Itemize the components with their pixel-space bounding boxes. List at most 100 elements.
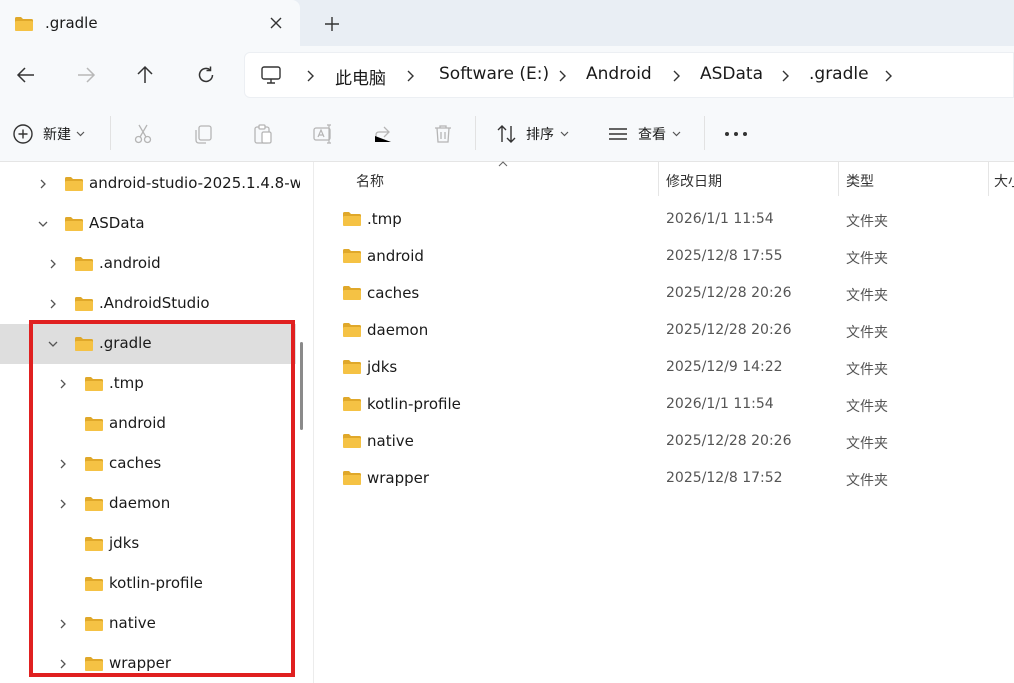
more-options-icon[interactable] bbox=[724, 123, 748, 145]
column-header-date[interactable]: 修改日期 bbox=[660, 162, 838, 198]
chevron-right-icon bbox=[305, 70, 315, 82]
chevron-right-icon[interactable] bbox=[47, 258, 59, 270]
tab-strip: .gradle bbox=[0, 0, 1014, 46]
separator bbox=[704, 116, 705, 150]
cut-icon[interactable] bbox=[132, 123, 154, 145]
file-date: 2026/1/1 11:54 bbox=[666, 211, 774, 227]
annotation-highlight-box bbox=[29, 320, 295, 677]
file-type: 文件夹 bbox=[846, 362, 888, 378]
chevron-right-icon bbox=[780, 70, 790, 82]
file-name: wrapper bbox=[367, 469, 430, 487]
chevron-right-icon[interactable] bbox=[47, 298, 59, 310]
copy-icon[interactable] bbox=[192, 123, 214, 145]
file-type: 文件夹 bbox=[846, 473, 888, 489]
new-button[interactable]: 新建 bbox=[12, 123, 85, 145]
separator bbox=[475, 116, 476, 150]
computer-icon bbox=[260, 65, 282, 85]
pane-divider[interactable] bbox=[313, 162, 314, 683]
folder-icon bbox=[74, 296, 94, 312]
view-list-icon bbox=[607, 123, 629, 145]
refresh-icon[interactable] bbox=[195, 64, 217, 86]
plus-circle-icon bbox=[12, 123, 34, 145]
forward-icon[interactable] bbox=[75, 64, 97, 86]
tree-item-label: ASData bbox=[89, 214, 145, 232]
column-header-name[interactable]: 名称 bbox=[330, 161, 660, 198]
file-name: .tmp bbox=[367, 210, 402, 228]
chevron-right-icon[interactable] bbox=[883, 70, 893, 82]
file-row[interactable]: .tmp 2026/1/1 11:54 文件夹 bbox=[330, 201, 1014, 238]
breadcrumb-item[interactable]: Android bbox=[586, 64, 652, 84]
file-name: android bbox=[367, 247, 424, 265]
folder-icon bbox=[342, 433, 362, 449]
file-row[interactable]: jdks 2025/12/9 14:22 文件夹 bbox=[330, 349, 1014, 386]
breadcrumb-item[interactable]: .gradle bbox=[809, 64, 869, 84]
chevron-down-icon bbox=[560, 131, 569, 137]
delete-icon[interactable] bbox=[432, 123, 454, 145]
share-icon[interactable] bbox=[372, 123, 394, 145]
file-name: caches bbox=[367, 284, 420, 302]
file-name: native bbox=[367, 432, 414, 450]
column-header-size[interactable]: 大小 bbox=[990, 162, 1014, 198]
file-type: 文件夹 bbox=[846, 325, 888, 341]
column-separator[interactable] bbox=[658, 162, 659, 196]
nav-pane-scrollbar[interactable] bbox=[300, 342, 303, 430]
folder-icon bbox=[64, 216, 84, 232]
rename-icon[interactable] bbox=[312, 123, 334, 145]
file-row[interactable]: android 2025/12/8 17:55 文件夹 bbox=[330, 238, 1014, 275]
file-date: 2025/12/28 20:26 bbox=[666, 322, 792, 338]
separator bbox=[110, 116, 111, 150]
tab-gradle[interactable]: .gradle bbox=[0, 0, 300, 46]
file-date: 2025/12/28 20:26 bbox=[666, 285, 792, 301]
tree-item-androidstudio[interactable]: .AndroidStudio bbox=[0, 284, 296, 324]
new-tab-icon[interactable] bbox=[322, 14, 342, 34]
chevron-right-icon bbox=[405, 70, 415, 82]
breadcrumb-item[interactable]: 此电脑 bbox=[335, 64, 386, 89]
view-button[interactable]: 查看 bbox=[607, 123, 681, 145]
address-bar[interactable]: 此电脑 Software (E:) Android ASData .gradle bbox=[244, 52, 1014, 98]
tab-title: .gradle bbox=[45, 14, 98, 32]
column-label: 大小 bbox=[994, 174, 1014, 190]
tree-item-android-studio[interactable]: android-studio-2025.1.4.8-w bbox=[0, 164, 300, 204]
sort-button[interactable]: 排序 bbox=[496, 123, 569, 145]
file-row[interactable]: kotlin-profile 2026/1/1 11:54 文件夹 bbox=[330, 386, 1014, 423]
folder-icon bbox=[74, 256, 94, 272]
chevron-right-icon bbox=[557, 70, 567, 82]
close-icon[interactable] bbox=[266, 13, 286, 33]
folder-icon bbox=[64, 176, 84, 192]
column-separator[interactable] bbox=[988, 162, 989, 196]
file-type: 文件夹 bbox=[846, 214, 888, 230]
tree-item-label: .AndroidStudio bbox=[99, 294, 210, 312]
paste-icon[interactable] bbox=[252, 123, 274, 145]
file-row[interactable]: native 2025/12/28 20:26 文件夹 bbox=[330, 423, 1014, 460]
file-type: 文件夹 bbox=[846, 436, 888, 452]
folder-icon bbox=[342, 470, 362, 486]
tree-item-label: android-studio-2025.1.4.8-w bbox=[89, 174, 300, 192]
chevron-down-icon bbox=[672, 131, 681, 137]
file-row[interactable]: daemon 2025/12/28 20:26 文件夹 bbox=[330, 312, 1014, 349]
file-name: jdks bbox=[367, 358, 398, 376]
file-type: 文件夹 bbox=[846, 288, 888, 304]
tree-item-asdata[interactable]: ASData bbox=[0, 204, 296, 244]
file-row[interactable]: wrapper 2025/12/8 17:52 文件夹 bbox=[330, 460, 1014, 497]
column-separator[interactable] bbox=[838, 162, 839, 196]
file-name: daemon bbox=[367, 321, 429, 339]
column-label: 类型 bbox=[846, 174, 874, 190]
file-date: 2025/12/9 14:22 bbox=[666, 359, 783, 375]
back-icon[interactable] bbox=[15, 64, 37, 86]
sort-icon bbox=[496, 123, 518, 145]
folder-icon bbox=[342, 359, 362, 375]
file-type: 文件夹 bbox=[846, 251, 888, 267]
up-icon[interactable] bbox=[134, 64, 156, 86]
file-date: 2025/12/8 17:55 bbox=[666, 248, 783, 264]
file-date: 2026/1/1 11:54 bbox=[666, 396, 774, 412]
tree-item-android-config[interactable]: .android bbox=[0, 244, 296, 284]
breadcrumb-item[interactable]: ASData bbox=[700, 64, 763, 84]
breadcrumb-item[interactable]: Software (E:) bbox=[439, 64, 549, 84]
chevron-right-icon[interactable] bbox=[37, 178, 49, 190]
file-row[interactable]: caches 2025/12/28 20:26 文件夹 bbox=[330, 275, 1014, 312]
chevron-down-icon[interactable] bbox=[37, 218, 49, 230]
command-bar: 新建 排序 查看 bbox=[0, 104, 1014, 162]
navigation-bar: 此电脑 Software (E:) Android ASData .gradle bbox=[0, 46, 1014, 104]
column-header-type[interactable]: 类型 bbox=[840, 162, 988, 198]
folder-icon bbox=[14, 16, 34, 32]
